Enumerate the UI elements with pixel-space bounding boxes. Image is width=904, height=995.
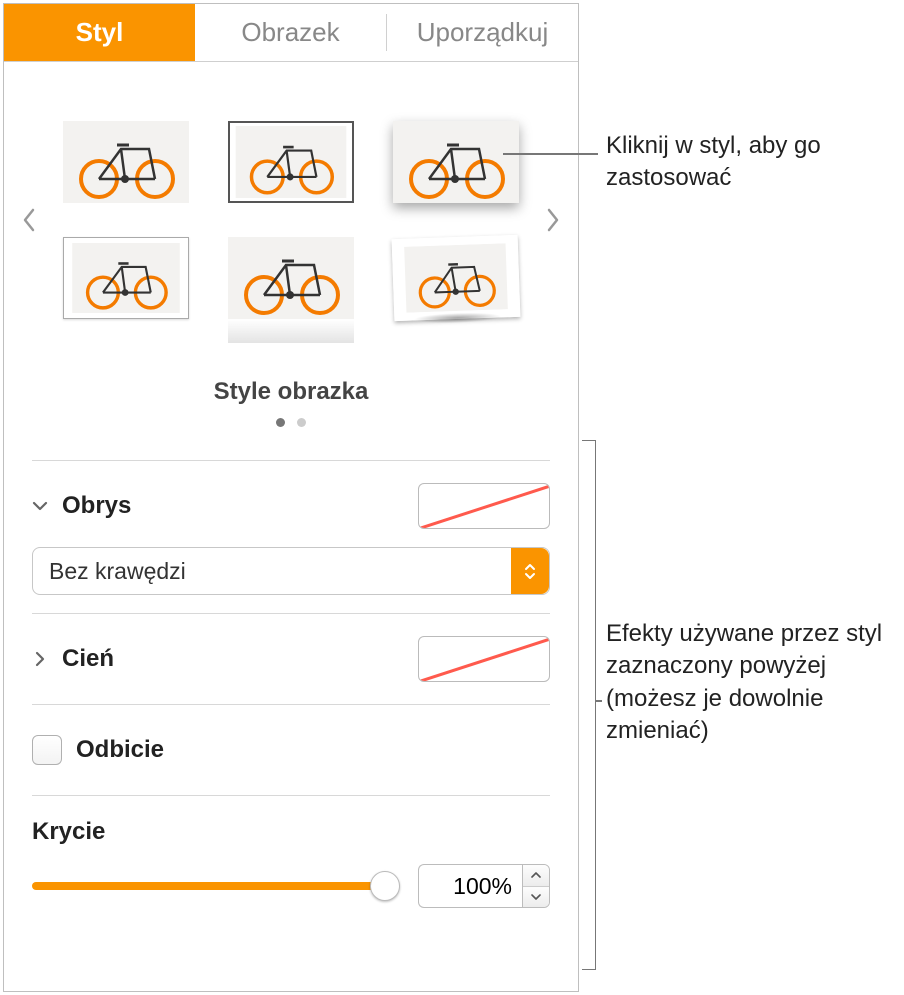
stroke-label: Obrys [62, 492, 131, 520]
opacity-stepper[interactable] [522, 864, 550, 908]
divider [32, 460, 550, 461]
image-style-5[interactable] [228, 237, 354, 319]
image-styles-grid [44, 121, 538, 319]
dropdown-arrows-icon [511, 548, 549, 594]
callout-line-top [503, 153, 598, 155]
page-dot-1[interactable] [276, 418, 285, 427]
divider [32, 704, 550, 705]
opacity-label: Krycie [32, 818, 550, 846]
opacity-slider[interactable] [32, 868, 398, 904]
tab-arrange[interactable]: Uporządkuj [387, 4, 578, 61]
stroke-color-swatch-none[interactable] [418, 483, 550, 529]
shadow-label: Cień [62, 645, 114, 673]
shadow-disclosure-icon[interactable] [32, 651, 48, 667]
divider [32, 613, 550, 614]
format-inspector-panel: Styl Obrazek Uporządkuj [3, 3, 579, 992]
reflection-checkbox[interactable] [32, 735, 62, 765]
tab-style[interactable]: Styl [4, 4, 195, 61]
page-dot-2[interactable] [297, 418, 306, 427]
shadow-section-header: Cień [32, 632, 550, 686]
image-styles-area: Style obrazka [4, 62, 578, 442]
stroke-disclosure-icon[interactable] [32, 498, 48, 514]
stroke-type-dropdown[interactable]: Bez krawędzi [32, 547, 550, 595]
opacity-field-group: 100% [418, 864, 550, 908]
image-styles-caption: Style obrazka [14, 378, 568, 406]
image-style-1[interactable] [63, 121, 189, 203]
styles-prev-button[interactable] [14, 90, 44, 350]
styles-page-dots[interactable] [14, 414, 568, 432]
callout-bracket [582, 440, 596, 970]
reflection-section-row: Odbicie [32, 723, 550, 777]
opacity-slider-track [32, 882, 398, 890]
style-effects-sections: Obrys Bez krawędzi Cień [4, 442, 578, 926]
stepper-down-icon[interactable] [523, 887, 549, 908]
stroke-dropdown-value: Bez krawędzi [49, 558, 186, 585]
callout-top: Kliknij w styl, aby go zastosować [606, 130, 886, 195]
styles-next-button[interactable] [538, 90, 568, 350]
opacity-value-field[interactable]: 100% [418, 864, 522, 908]
opacity-section: Krycie 100% [32, 814, 550, 908]
image-style-4[interactable] [63, 237, 189, 319]
inspector-tabs: Styl Obrazek Uporządkuj [4, 4, 578, 62]
shadow-swatch-none[interactable] [418, 636, 550, 682]
opacity-slider-thumb[interactable] [370, 871, 400, 901]
tab-image[interactable]: Obrazek [195, 4, 386, 61]
callout-line-side [596, 700, 602, 702]
divider [32, 795, 550, 796]
reflection-label: Odbicie [76, 736, 164, 764]
image-style-2[interactable] [228, 121, 354, 203]
image-style-3[interactable] [393, 121, 519, 203]
stroke-section-header: Obrys [32, 479, 550, 533]
callout-side: Efekty używane przez styl zaznaczony pow… [606, 618, 896, 748]
stepper-up-icon[interactable] [523, 865, 549, 887]
image-style-6[interactable] [392, 235, 521, 321]
